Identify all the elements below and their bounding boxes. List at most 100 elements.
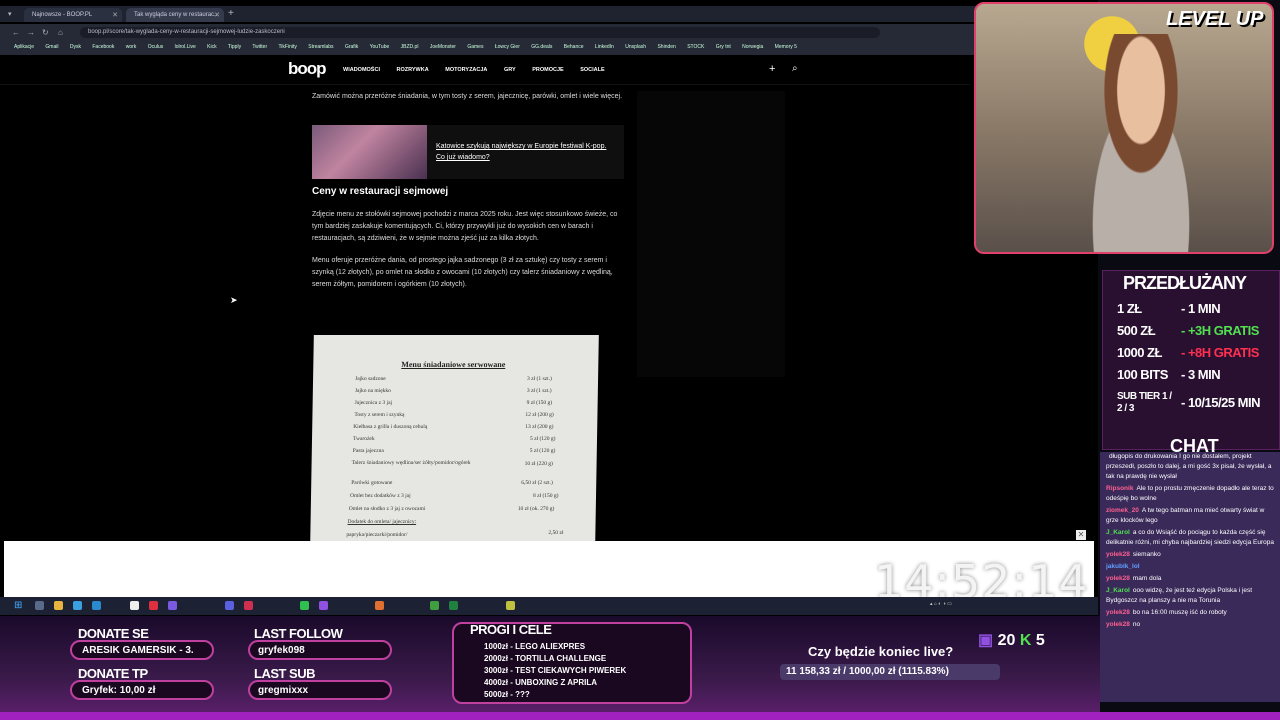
menu-item-name: Jajko na miękko — [354, 388, 391, 394]
twitch-icon[interactable] — [319, 601, 328, 610]
bookmark[interactable]: JBZD.pl — [401, 44, 419, 50]
home-icon[interactable]: ⌂ — [58, 28, 63, 37]
menu-item-name: Omlet na słodko z 3 jaj z owocami — [348, 506, 426, 512]
kick-count: 5 — [1035, 632, 1045, 649]
tab-search-icon[interactable]: ▾ — [8, 10, 12, 18]
sub-count: 20 — [997, 632, 1016, 649]
related-title[interactable]: Katowice szykują największy w Europie fe… — [436, 141, 616, 163]
forward-icon[interactable]: → — [27, 28, 35, 37]
streamer — [1066, 34, 1216, 252]
app-icon[interactable] — [244, 601, 253, 610]
menu-item-name: Kiełbasa z grilla i duszoną cebulą — [353, 424, 428, 430]
bookmark[interactable]: Gmail — [45, 44, 58, 50]
bookmark[interactable]: Dysk — [70, 44, 81, 50]
site-nav: boop WIADOMOŚCI ROZRYWKA MOTORYZACJA GRY… — [0, 55, 970, 85]
bookmark[interactable]: Facebook — [92, 44, 114, 50]
address-bar-row: ← → ↻ ⌂ boop.pl/score/tak-wyglada-ceny-w… — [0, 24, 980, 41]
chat-message: yolek28 mam dola — [1106, 574, 1274, 584]
close-icon[interactable]: ✕ — [214, 11, 220, 19]
app-icon[interactable] — [506, 601, 515, 610]
windows-start-icon[interactable]: ⊞ — [14, 600, 22, 611]
menu-item-price: 8 zł (150 g) — [532, 493, 559, 499]
menu-item-name: Omlet bez dodatków z 3 jaj — [349, 493, 411, 499]
bookmark[interactable]: Grafik — [345, 44, 358, 50]
menu-item-price: 13 zł (200 g) — [525, 424, 554, 430]
menu-item-name: Twarożek — [352, 436, 375, 442]
bookmark[interactable]: GG.deals — [531, 44, 552, 50]
stream-screen: ▾ Najnowsze - BOOP.PL ✕ Tak wygląda ceny … — [0, 0, 1280, 720]
chat-text: mam dola — [1132, 575, 1162, 582]
goal-item: 5000zł - ??? — [484, 690, 530, 699]
chat-username: Ripsonik — [1106, 485, 1134, 492]
menu-item-name: Parówki gotowane — [351, 480, 393, 486]
tab-boop-latest[interactable]: Najnowsze - BOOP.PL ✕ — [24, 8, 122, 22]
discord-icon[interactable] — [225, 601, 234, 610]
nav-item[interactable]: MOTORYZACJA — [445, 67, 487, 73]
bottom-accent-bar — [0, 712, 1280, 720]
bookmark[interactable]: Twitter — [252, 44, 267, 50]
bookmark[interactable]: Shinden — [657, 44, 675, 50]
donate-se-panel: ARESIK GAMERSIK - 3. — [70, 640, 214, 660]
goal-progress-text: 11 158,33 zł / 1000,00 zł (1115.83%) — [786, 666, 949, 677]
paragraph: Zdjęcie menu ze stołówki sejmowej pochod… — [312, 211, 618, 242]
bookmark[interactable]: Oculus — [148, 44, 164, 50]
spotify-icon[interactable] — [300, 601, 309, 610]
menu-item-price: 10 zł (220 g) — [524, 461, 553, 467]
close-icon[interactable]: ✕ — [112, 11, 118, 19]
app-icon[interactable] — [149, 601, 158, 610]
bookmark[interactable]: TikFinity — [278, 44, 296, 50]
close-icon[interactable]: ✕ — [1076, 530, 1086, 540]
back-icon[interactable]: ← — [12, 28, 20, 37]
search-icon[interactable]: ⌕ — [792, 63, 798, 74]
search-icon[interactable] — [35, 601, 44, 610]
bookmark[interactable]: Behance — [564, 44, 584, 50]
reload-icon[interactable]: ↻ — [42, 28, 49, 37]
related-thumbnail[interactable] — [312, 125, 427, 179]
bookmark[interactable]: Streamlabs — [308, 44, 333, 50]
nav-item[interactable]: SOCIALE — [580, 67, 604, 73]
related-article-card[interactable]: Katowice szykują największy w Europie fe… — [312, 125, 624, 179]
menu-item-price: 3 zł (1 szt.) — [527, 376, 552, 382]
plus-icon[interactable]: + — [769, 63, 775, 75]
chat-message: yolek28 siemanko — [1106, 550, 1274, 560]
chat-text: siemanko — [1132, 551, 1161, 558]
app-icon[interactable] — [449, 601, 458, 610]
nav-item[interactable]: GRY — [504, 67, 516, 73]
app-icon[interactable] — [92, 601, 101, 610]
nav-item[interactable]: WIADOMOŚCI — [343, 67, 380, 73]
folder-icon[interactable] — [54, 601, 63, 610]
bookmark[interactable]: YouTube — [370, 44, 390, 50]
chat-message: długopis do drukowania I go nie dostałem… — [1106, 452, 1274, 482]
bookmark[interactable]: lolrol.Live — [175, 44, 196, 50]
tab-article[interactable]: Tak wygląda ceny w restaurac... ✕ — [126, 8, 224, 22]
menu-item-name: Tosty z serem i szynką — [354, 412, 405, 418]
bookmark[interactable]: Kick — [207, 44, 216, 50]
bookmark[interactable]: Tipply — [228, 44, 241, 50]
chat-username: J_Karol — [1106, 529, 1130, 536]
bookmark[interactable]: Memory 5 — [775, 44, 797, 50]
bookmark[interactable]: Games — [467, 44, 483, 50]
bookmark[interactable]: Norwegia — [742, 44, 763, 50]
bookmark[interactable]: Unsplash — [625, 44, 646, 50]
url-field[interactable]: boop.pl/score/tak-wyglada-ceny-w-restaur… — [80, 27, 880, 38]
bookmark[interactable]: work — [126, 44, 137, 50]
nav-item[interactable]: PROMOCJE — [532, 67, 563, 73]
bookmark[interactable]: STOCK — [687, 44, 704, 50]
app-icon[interactable] — [73, 601, 82, 610]
app-icon[interactable] — [375, 601, 384, 610]
bookmark[interactable]: JoeMonster — [430, 44, 456, 50]
nav-item[interactable]: ROZRYWKA — [397, 67, 429, 73]
bookmark[interactable]: Gry tnt — [716, 44, 731, 50]
chat-text: no — [1132, 621, 1141, 628]
rate-label: SUB TIER 1 / 2 / 3 — [1117, 391, 1172, 414]
new-tab-icon[interactable]: + — [228, 8, 234, 19]
app-icon[interactable] — [130, 601, 139, 610]
bookmark[interactable]: Aplikacje — [14, 44, 34, 50]
bookmark[interactable]: LinkedIn — [595, 44, 614, 50]
system-tray[interactable]: ▴ ⌂ ◐ ◑ ▭ — [930, 601, 952, 607]
app-icon[interactable] — [168, 601, 177, 610]
site-logo[interactable]: boop — [288, 59, 327, 79]
chrome-icon[interactable] — [430, 601, 439, 610]
web-page: boop WIADOMOŚCI ROZRYWKA MOTORYZACJA GRY… — [0, 55, 1098, 541]
bookmark[interactable]: Łowcy Gier — [495, 44, 520, 50]
